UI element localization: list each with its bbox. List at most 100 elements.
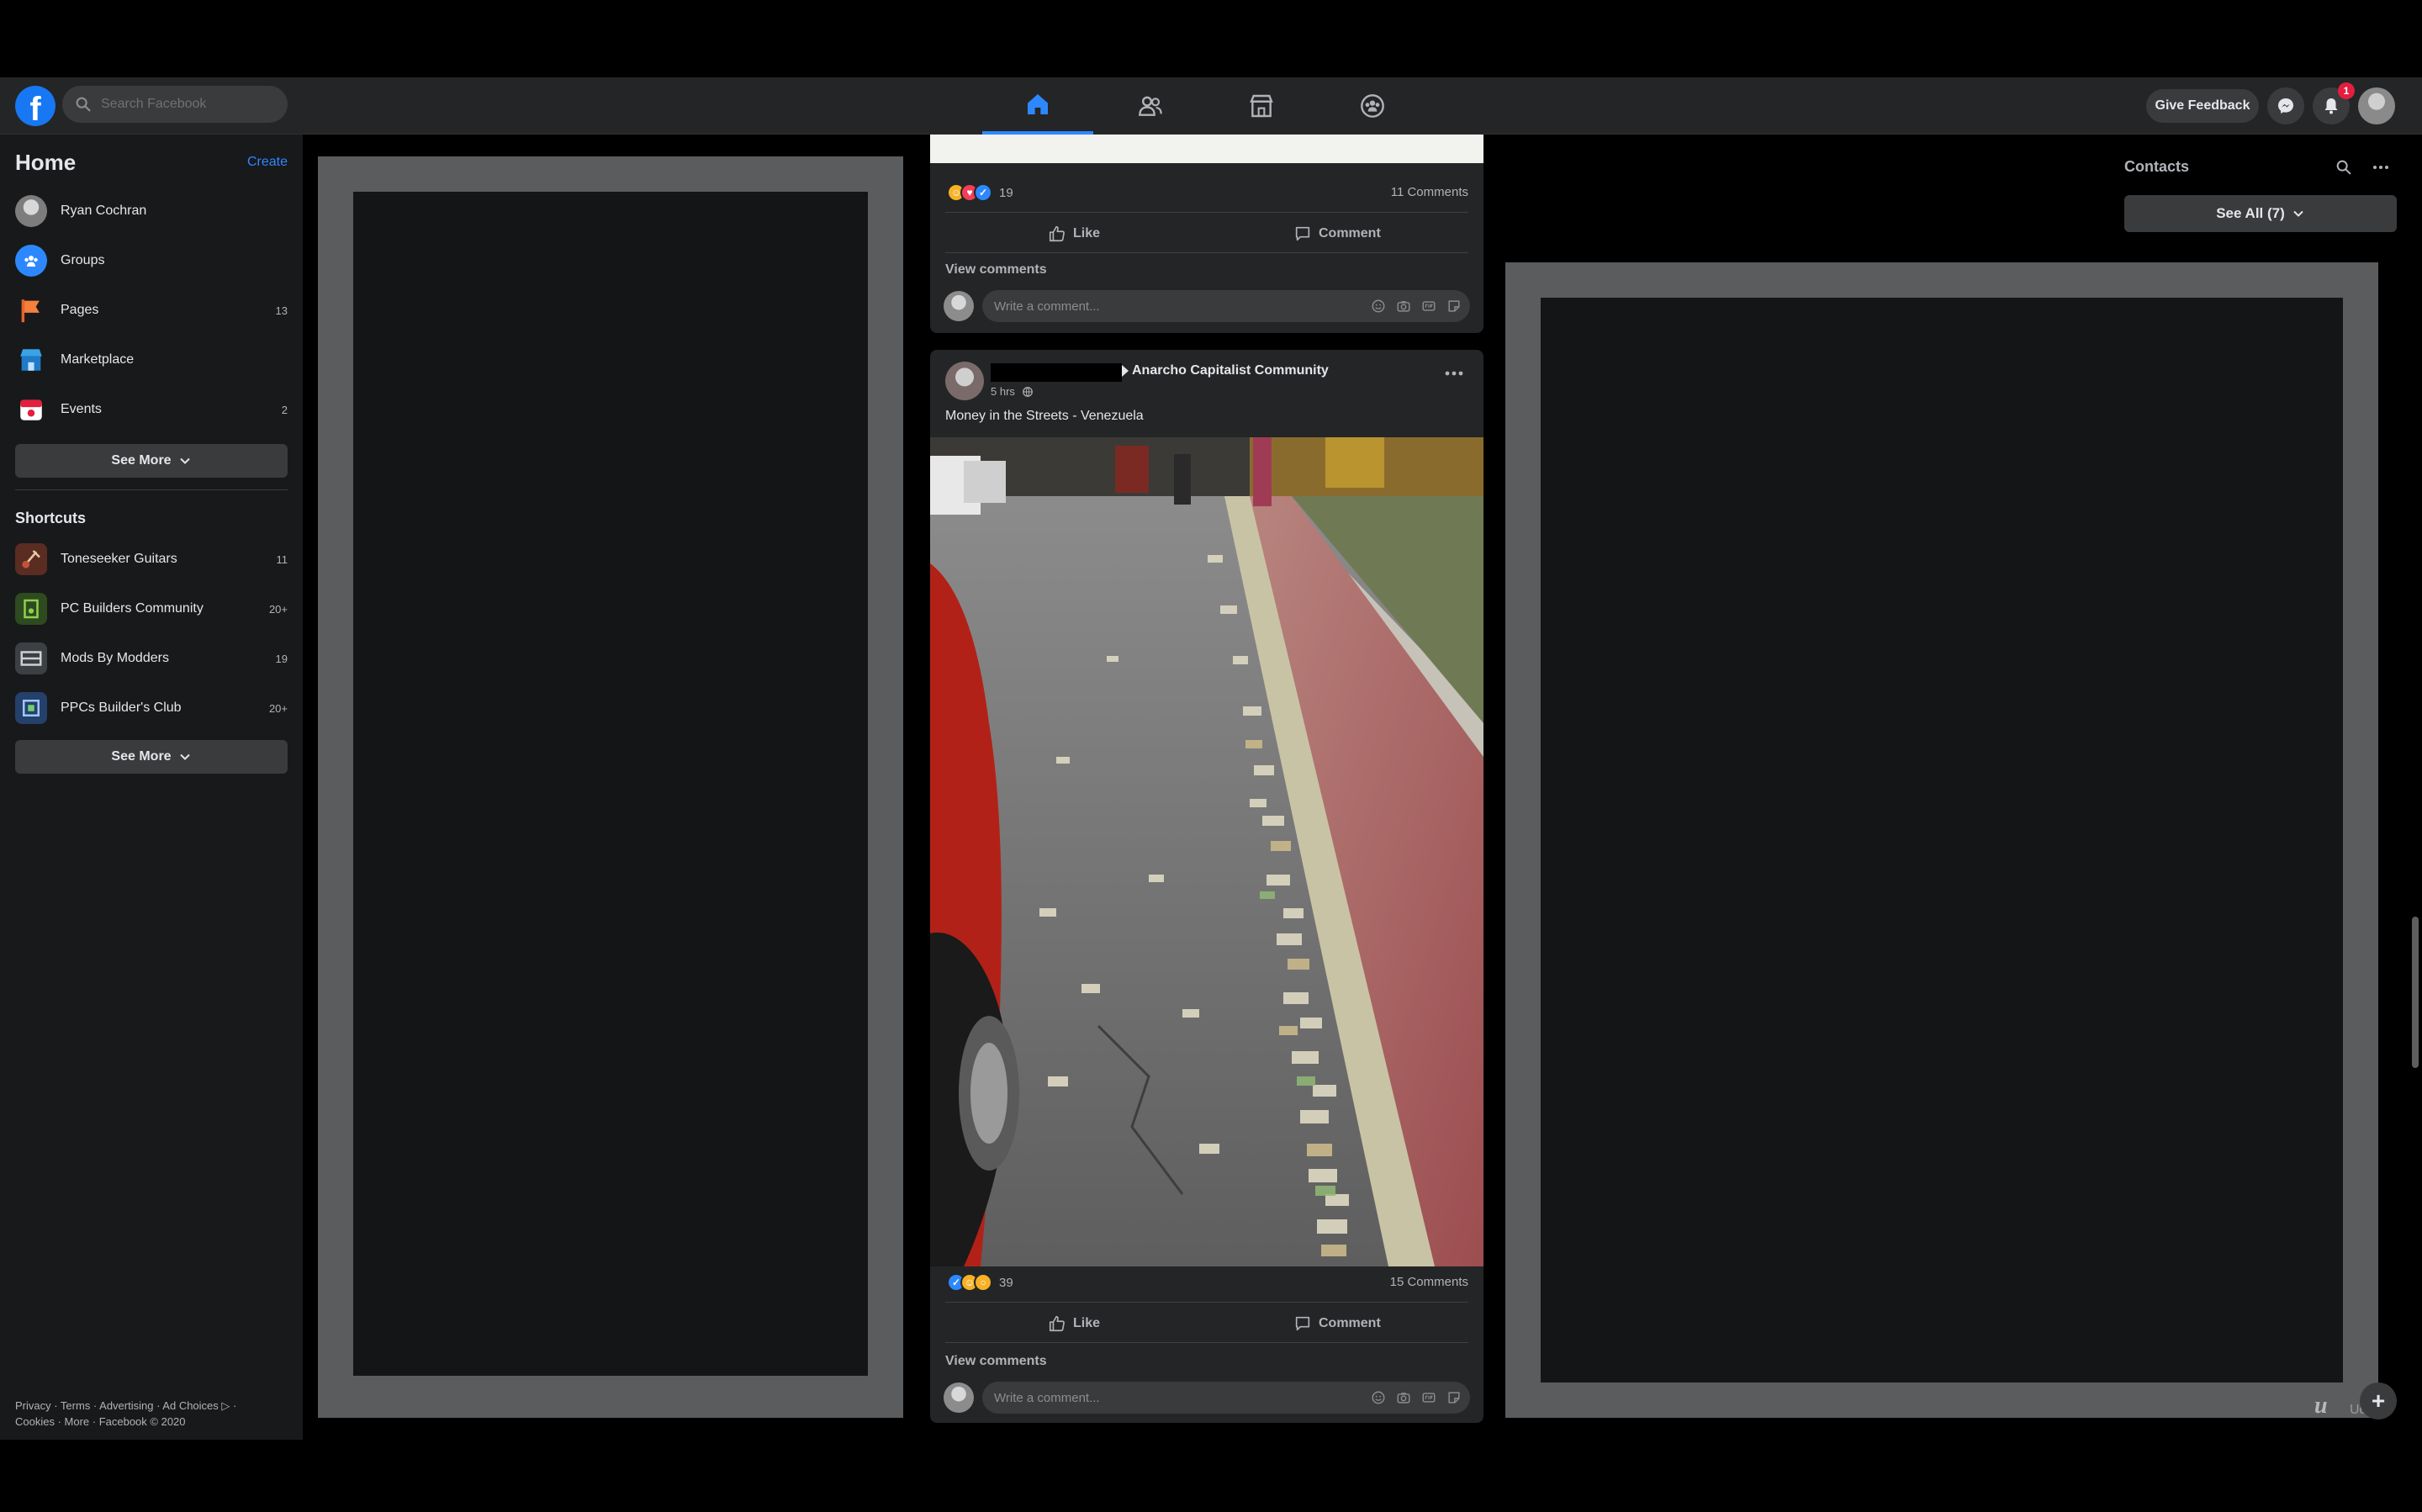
post-image-bottom[interactable] <box>930 135 1483 163</box>
tab-marketplace[interactable] <box>1206 77 1317 135</box>
tab-friends[interactable] <box>1095 77 1206 135</box>
sidebar-item-label: Events <box>61 402 102 416</box>
reactions-summary[interactable]: ☺ ♥ ✓ 19 <box>947 183 1013 202</box>
like-label: Like <box>1073 226 1101 241</box>
new-message-button[interactable]: + <box>2360 1382 2397 1419</box>
sidebar-item-count: 20+ <box>268 602 288 616</box>
sidebar-item-label: PPCs Builder's Club <box>61 700 182 715</box>
tab-home[interactable] <box>982 77 1093 135</box>
account-avatar[interactable] <box>2358 87 2395 124</box>
chevron-down-icon <box>2293 210 2303 217</box>
post-text: Money in the Streets - Venezuela <box>945 409 1144 423</box>
comment-box[interactable] <box>982 290 1470 322</box>
shortcut-item[interactable]: PC Builders Community 20+ <box>15 589 288 628</box>
comment-input[interactable] <box>994 299 1361 314</box>
reaction-count: 39 <box>999 1275 1013 1290</box>
comment-label: Comment <box>1319 226 1381 241</box>
sidebar-item-marketplace[interactable]: Marketplace <box>15 341 288 379</box>
post-divider <box>945 1342 1468 1343</box>
tab-groups[interactable] <box>1317 77 1428 135</box>
see-all-contacts-button[interactable]: See All (7) <box>2124 195 2397 232</box>
like-button[interactable]: Like <box>1048 217 1100 251</box>
poster-avatar[interactable] <box>945 362 984 400</box>
more-options-icon[interactable] <box>2372 161 2390 173</box>
see-all-label: See All (7) <box>2216 205 2285 221</box>
sticker-icon[interactable] <box>1446 1390 1462 1405</box>
search-input[interactable] <box>101 97 269 112</box>
sidebar-item-events[interactable]: Events 2 <box>15 390 288 429</box>
sidebar-item-label: Groups <box>61 253 105 267</box>
emoji-icon[interactable] <box>1371 1390 1386 1405</box>
group-name-link[interactable]: Anarcho Capitalist Community <box>1132 363 1329 378</box>
view-comments-link[interactable]: View comments <box>945 1354 1047 1369</box>
chevron-down-icon <box>179 457 190 464</box>
sidebar-item-count: 11 <box>276 552 288 566</box>
like-reaction-icon: ✓ <box>974 183 992 202</box>
post-divider <box>945 252 1468 253</box>
sidebar-item-count: 2 <box>281 403 288 416</box>
comment-box[interactable] <box>982 1382 1470 1414</box>
create-link[interactable]: Create <box>247 155 288 170</box>
gif-icon[interactable] <box>1421 1390 1436 1405</box>
more-options-icon[interactable] <box>1443 367 1465 380</box>
sidebar-item-label: Toneseeker Guitars <box>61 552 177 566</box>
comment-input[interactable] <box>994 1390 1361 1405</box>
sticker-icon[interactable] <box>1446 299 1462 314</box>
comment-icon <box>1295 1316 1310 1331</box>
search-icon[interactable] <box>2335 158 2353 177</box>
chevron-down-icon <box>179 753 190 760</box>
comment-icon <box>1295 226 1310 241</box>
like-button[interactable]: Like <box>1048 1307 1100 1340</box>
sidebar-footer: Privacy · Terms · Advertising · Ad Choic… <box>15 1398 267 1430</box>
comment-count[interactable]: 15 Comments <box>1390 1275 1468 1289</box>
left-placeholder-panel <box>318 156 903 1418</box>
shortcut-item[interactable]: Toneseeker Guitars 11 <box>15 540 288 579</box>
wow-reaction-icon: ○ <box>974 1273 992 1292</box>
sidebar-item-groups[interactable]: Groups <box>15 241 288 280</box>
facebook-logo-icon[interactable]: f <box>15 86 56 126</box>
contacts-title: Contacts <box>2124 158 2190 175</box>
commenter-avatar <box>944 291 974 321</box>
left-sidebar: Home Create Ryan Cochran Groups Pages 13… <box>0 135 303 1440</box>
give-feedback-button[interactable]: Give Feedback <box>2146 89 2259 123</box>
bell-icon <box>2324 98 2338 114</box>
messenger-button[interactable] <box>2267 87 2304 124</box>
comment-button[interactable]: Comment <box>1293 217 1381 251</box>
see-more-button[interactable]: See More <box>15 444 288 478</box>
emoji-icon[interactable] <box>1371 299 1386 314</box>
camera-icon[interactable] <box>1396 1390 1411 1405</box>
feed-post: ☺ ♥ ✓ 19 11 Comments Like Comment View c… <box>930 135 1483 333</box>
sidebar-item-label: Mods By Modders <box>61 651 169 665</box>
post-photo[interactable] <box>930 437 1483 1266</box>
sidebar-item-pages[interactable]: Pages 13 <box>15 291 288 330</box>
footer-links[interactable]: Privacy · Terms · Advertising · Ad Choic… <box>15 1398 267 1414</box>
post-timestamp[interactable]: 5 hrs <box>991 385 1034 398</box>
search-bar[interactable] <box>62 86 288 123</box>
groups-icon <box>15 245 47 277</box>
footer-copyright[interactable]: Cookies · More · Facebook © 2020 <box>15 1414 267 1430</box>
shortcuts-title: Shortcuts <box>15 510 87 526</box>
thumbs-up-icon <box>1049 225 1065 242</box>
sidebar-item-label: Marketplace <box>61 352 135 367</box>
write-comment-row <box>944 289 1470 323</box>
page-scrollbar[interactable] <box>2412 917 2419 1068</box>
comment-count[interactable]: 11 Comments <box>1391 185 1468 199</box>
sidebar-item-count: 19 <box>275 652 288 665</box>
arrow-right-icon <box>1122 365 1129 377</box>
shop-icon <box>15 344 47 376</box>
gif-icon[interactable] <box>1421 299 1436 314</box>
reactions-summary[interactable]: ✓ ☺ ○ 39 <box>947 1273 1013 1292</box>
mods-by-modders-icon <box>15 642 47 674</box>
sidebar-item-profile[interactable]: Ryan Cochran <box>15 192 288 230</box>
camera-icon[interactable] <box>1396 299 1411 314</box>
notifications-button[interactable]: 1 <box>2313 82 2355 124</box>
shortcut-item[interactable]: Mods By Modders 19 <box>15 639 288 678</box>
ppcs-builders-club-icon <box>15 692 47 724</box>
right-placeholder-inner <box>1541 298 2343 1382</box>
shortcuts-see-more-button[interactable]: See More <box>15 740 288 774</box>
shortcut-item[interactable]: PPCs Builder's Club 20+ <box>15 689 288 727</box>
view-comments-link[interactable]: View comments <box>945 262 1047 278</box>
sidebar-divider <box>15 489 288 490</box>
profile-avatar <box>15 195 47 227</box>
comment-button[interactable]: Comment <box>1293 1307 1381 1340</box>
